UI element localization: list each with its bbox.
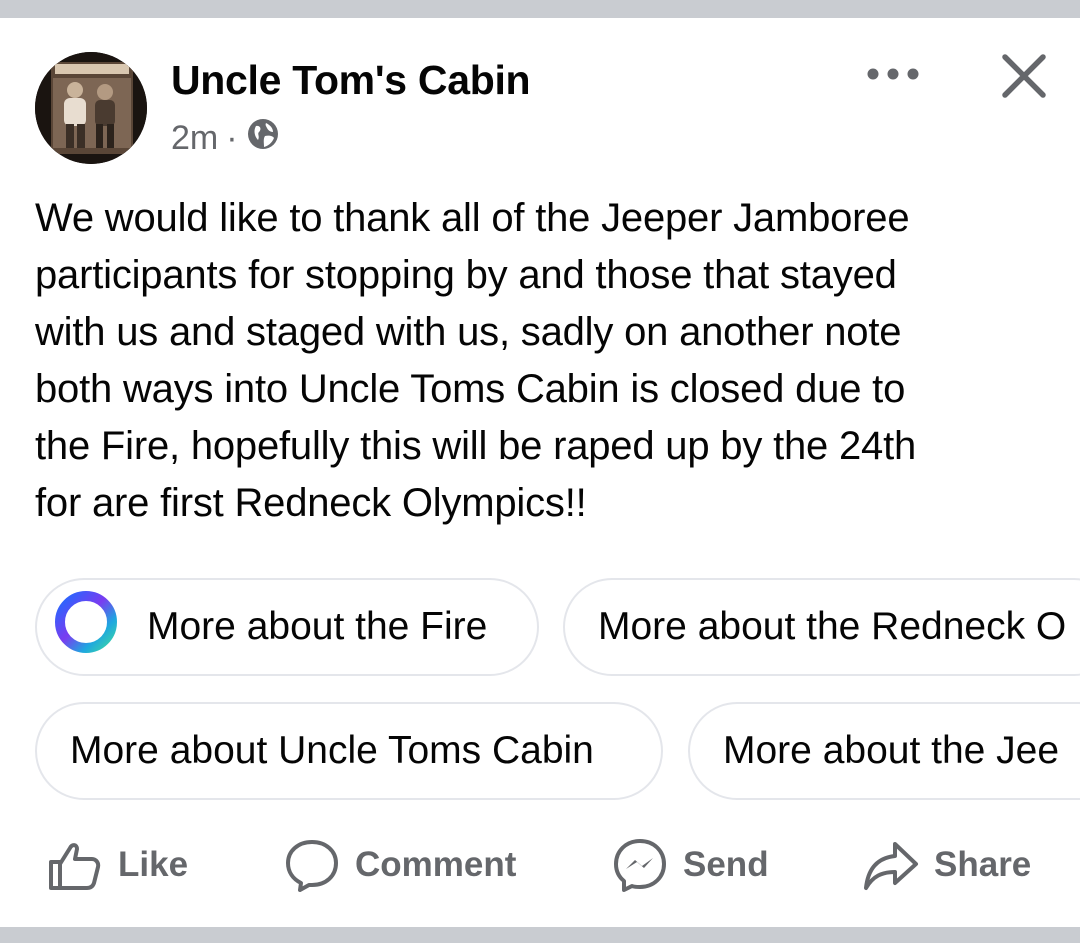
suggestion-chip-fire[interactable]: More about the Fire	[35, 578, 539, 676]
more-options-button[interactable]	[858, 52, 928, 96]
page-name[interactable]: Uncle Tom's Cabin	[171, 56, 531, 104]
globe-icon	[246, 117, 280, 160]
bottom-divider	[0, 927, 1080, 943]
close-button[interactable]	[996, 48, 1052, 104]
like-button[interactable]: Like	[46, 832, 188, 898]
suggestion-chip-redneck-olympics[interactable]: More about the Redneck O	[563, 578, 1080, 676]
comment-label: Comment	[355, 845, 517, 884]
share-icon	[864, 842, 918, 890]
close-icon	[1002, 54, 1046, 98]
timestamp[interactable]: 2m	[171, 119, 218, 158]
like-label: Like	[118, 845, 189, 884]
post-meta: 2m ·	[171, 118, 280, 158]
messenger-icon	[614, 839, 666, 892]
suggestion-label: More about the Jee	[723, 729, 1060, 772]
suggestion-label: More about the Redneck O	[598, 605, 1067, 648]
thumbs-up-icon	[49, 843, 101, 890]
send-button[interactable]: Send	[611, 832, 769, 898]
comment-button[interactable]: Comment	[283, 832, 516, 898]
more-options-icon	[867, 68, 919, 80]
post-text: We would like to thank all of the Jeeper…	[35, 196, 917, 525]
meta-ai-ring-icon	[51, 587, 121, 667]
share-label: Share	[934, 845, 1032, 884]
send-label: Send	[683, 845, 769, 884]
suggestion-chip-jeeper[interactable]: More about the Jee	[688, 702, 1080, 800]
suggestion-label: More about Uncle Toms Cabin	[70, 729, 594, 772]
suggestion-chip-uncle-toms-cabin[interactable]: More about Uncle Toms Cabin	[35, 702, 663, 800]
avatar-photo	[35, 52, 147, 164]
top-divider	[0, 0, 1080, 18]
comment-icon	[286, 840, 338, 892]
avatar[interactable]	[35, 52, 147, 164]
share-button[interactable]: Share	[862, 832, 1031, 898]
meta-separator: ·	[226, 118, 238, 157]
suggestion-label: More about the Fire	[147, 605, 488, 648]
